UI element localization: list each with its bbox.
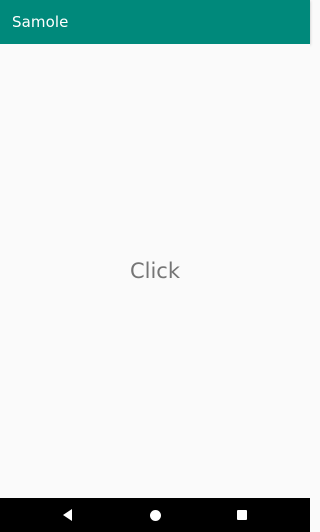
home-icon (149, 509, 161, 521)
back-icon (62, 509, 72, 521)
click-text[interactable]: Click (130, 259, 180, 283)
main-content: Click (0, 44, 310, 498)
recents-button[interactable] (222, 498, 262, 532)
app-bar: Samole (0, 0, 310, 44)
home-button[interactable] (135, 498, 175, 532)
recents-icon (237, 510, 247, 520)
app-title: Samole (12, 13, 69, 31)
app-screen: Samole Click (0, 0, 310, 532)
back-button[interactable] (47, 498, 87, 532)
system-nav-bar (0, 498, 310, 532)
